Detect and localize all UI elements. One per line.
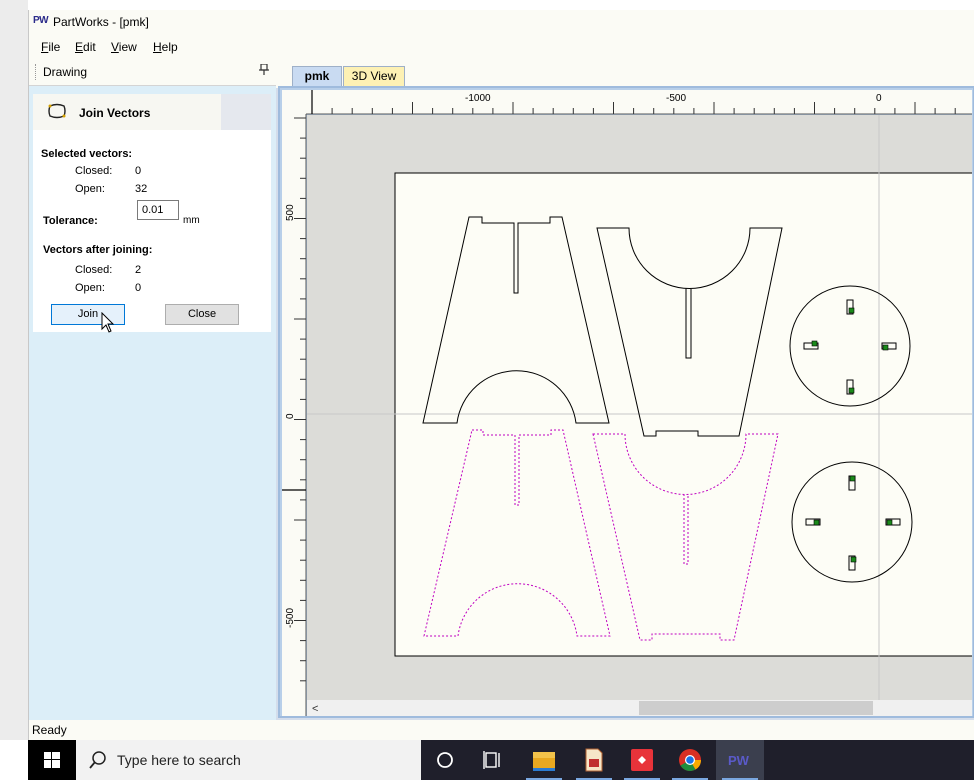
window-title: PartWorks - [pmk] <box>53 15 149 29</box>
tab-3d-view[interactable]: 3D View <box>343 66 405 86</box>
tab-pmk[interactable]: pmk <box>292 66 342 86</box>
panel-grip[interactable] <box>35 64 37 80</box>
tolerance-input[interactable] <box>137 200 179 220</box>
join-vectors-form: Join Vectors Selected vectors: Closed: 0… <box>33 94 271 333</box>
menu-help-label: elp <box>161 40 178 54</box>
selected-open-value: 32 <box>135 183 148 195</box>
scroll-left-arrow[interactable]: < <box>312 703 318 715</box>
join-vectors-title: Join Vectors <box>79 106 151 120</box>
menu-view-mnemonic: V <box>111 40 119 54</box>
title-bar[interactable]: PW PartWorks - [pmk] <box>29 10 974 36</box>
drawing-panel-header: Drawing <box>29 60 276 86</box>
app-window: PW PartWorks - [pmk] File Edit View Help… <box>28 10 974 740</box>
taskbar-search-box[interactable]: Type here to search <box>76 740 421 780</box>
node-marker <box>850 556 857 563</box>
menu-view-label: iew <box>118 40 137 54</box>
drawing-panel: Drawing Join Vectors Selected vectors: C… <box>29 60 276 720</box>
node-marker <box>848 387 855 394</box>
document-area: pmk 3D View -1000 -500 0 500 0 -500 < <box>276 60 974 720</box>
tolerance-label: Tolerance: <box>43 215 98 227</box>
taskbar: Type here to search PW <box>28 740 974 780</box>
ruler-label-top-3: 0 <box>876 93 882 104</box>
desktop-edge <box>0 0 28 740</box>
app-icon: PW <box>33 15 49 26</box>
menu-edit-label: dit <box>83 40 96 54</box>
node-marker <box>849 475 856 482</box>
top-ruler <box>282 90 972 114</box>
cortana-icon[interactable] <box>421 740 469 780</box>
ruler-label-left-2: 0 <box>285 413 296 419</box>
selected-vectors-heading: Selected vectors: <box>41 148 133 160</box>
partworks-icon[interactable]: PW <box>716 740 764 780</box>
node-marker <box>886 519 893 526</box>
header-spacer <box>221 94 271 130</box>
menu-help[interactable]: Help <box>153 40 178 54</box>
menu-edit[interactable]: Edit <box>75 40 96 54</box>
menu-file-label: ile <box>48 40 61 54</box>
status-text: Ready <box>32 723 67 737</box>
drawing-panel-title: Drawing <box>43 65 88 79</box>
task-view-icon[interactable] <box>469 740 517 780</box>
partworks-taskbar-label: PW <box>728 753 750 768</box>
after-joining-heading: Vectors after joining: <box>43 244 153 256</box>
after-closed-value: 2 <box>135 264 142 276</box>
after-closed-label: Closed: <box>75 264 113 276</box>
after-open-value: 0 <box>135 282 142 294</box>
windows-start-icon[interactable] <box>28 740 76 780</box>
pin-icon[interactable] <box>259 63 269 79</box>
node-marker <box>848 307 855 314</box>
close-button[interactable]: Close <box>165 304 239 325</box>
after-open-label: Open: <box>75 282 105 294</box>
file-explorer-icon[interactable] <box>520 740 568 780</box>
ruler-label-top-2: -500 <box>666 93 686 104</box>
status-bar: Ready <box>29 720 974 740</box>
menu-bar: File Edit View Help <box>29 36 974 58</box>
node-marker <box>811 340 818 347</box>
drawing-canvas[interactable]: -1000 -500 0 500 0 -500 < <box>282 90 972 716</box>
join-vectors-icon <box>47 103 66 119</box>
tab-strip: pmk 3D View <box>276 60 974 88</box>
selected-open-label: Open: <box>75 183 105 195</box>
document-app-icon[interactable] <box>570 740 618 780</box>
node-marker <box>882 344 889 351</box>
ruler-label-top-1: -1000 <box>465 93 491 104</box>
selected-closed-label: Closed: <box>75 165 113 177</box>
chrome-icon[interactable] <box>666 740 714 780</box>
selected-closed-value: 0 <box>135 165 142 177</box>
anydesk-icon[interactable] <box>618 740 666 780</box>
menu-view[interactable]: View <box>111 40 137 54</box>
search-placeholder: Type here to search <box>117 752 241 768</box>
menu-file[interactable]: File <box>41 40 60 54</box>
node-marker <box>813 519 820 526</box>
drawing-view: -1000 -500 0 500 0 -500 < <box>278 86 974 718</box>
scrollbar-thumb[interactable] <box>639 701 873 715</box>
ruler-label-left-3: -500 <box>285 608 296 628</box>
ruler-label-left-1: 500 <box>285 204 296 221</box>
menu-help-mnemonic: H <box>153 40 162 54</box>
search-icon <box>88 750 108 773</box>
tolerance-unit: mm <box>183 215 200 226</box>
menu-edit-mnemonic: E <box>75 40 84 54</box>
mouse-cursor-icon <box>101 311 115 337</box>
join-vectors-header: Join Vectors <box>33 94 221 130</box>
